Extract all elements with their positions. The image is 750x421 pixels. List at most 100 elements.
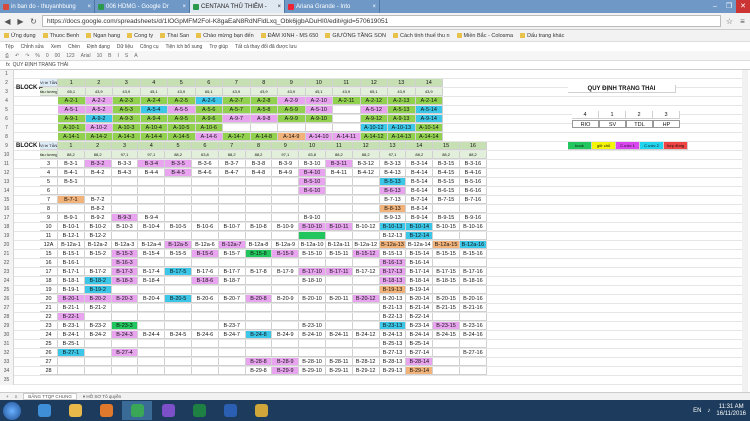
unit-cell[interactable]: B-9-16 <box>460 214 487 222</box>
unit-cell[interactable] <box>111 358 139 366</box>
close-icon[interactable]: ✕ <box>736 0 750 13</box>
unit-cell[interactable] <box>138 178 166 186</box>
unit-cell[interactable] <box>138 367 166 375</box>
unit-cell[interactable] <box>326 277 353 285</box>
unit-cell[interactable] <box>433 367 460 375</box>
unit-cell[interactable] <box>138 232 166 240</box>
maximize-icon[interactable]: ❐ <box>722 0 736 13</box>
unit-cell[interactable] <box>352 322 380 330</box>
unit-cell[interactable]: A-10-13 <box>388 124 416 132</box>
unit-cell[interactable]: B-17-4 <box>138 268 166 276</box>
column-header[interactable]: 7 <box>218 142 246 150</box>
unit-cell[interactable]: A-5-13 <box>388 106 416 114</box>
unit-cell[interactable]: B-10-2 <box>84 223 112 231</box>
unit-cell[interactable] <box>111 367 139 375</box>
unit-cell[interactable]: B-12a-14 <box>406 241 434 249</box>
unit-cell[interactable]: B-12a-10 <box>299 241 326 249</box>
block-header-area[interactable]: tầu tương <box>40 88 58 96</box>
floor-label[interactable]: 16 <box>40 259 58 267</box>
row-number[interactable]: 32 <box>0 349 14 358</box>
unit-cell[interactable]: B-10-1 <box>58 223 85 231</box>
area-header[interactable]: 43,9 <box>278 88 306 96</box>
unit-cell[interactable] <box>272 259 300 267</box>
unit-cell[interactable] <box>272 313 300 321</box>
column-header[interactable]: 14 <box>415 79 443 87</box>
unit-cell[interactable]: A-5-6 <box>195 106 223 114</box>
unit-cell[interactable]: B-15-4 <box>138 250 166 258</box>
unit-cell[interactable]: B-27-1 <box>58 349 85 357</box>
unit-cell[interactable]: B-25-14 <box>406 340 434 348</box>
status-code[interactable]: TDL <box>626 120 653 128</box>
unit-cell[interactable] <box>192 196 219 204</box>
status-legend-chip[interactable]: giữ chỗ <box>592 142 616 150</box>
unit-cell[interactable]: B-17-5 <box>165 268 192 276</box>
block-header-area[interactable]: tầu tương <box>40 151 58 159</box>
floor-label[interactable]: 12A <box>40 241 58 249</box>
unit-cell[interactable]: A-10-5 <box>168 124 196 132</box>
row-number[interactable]: 12 <box>0 169 14 178</box>
taskbar-app[interactable] <box>246 401 276 420</box>
unit-cell[interactable] <box>138 187 166 195</box>
unit-cell[interactable] <box>352 232 380 240</box>
unit-cell[interactable]: B-18-10 <box>299 277 326 285</box>
unit-cell[interactable] <box>192 367 219 375</box>
unit-cell[interactable] <box>299 286 326 294</box>
unit-cell[interactable]: B-4-5 <box>165 169 192 177</box>
unit-cell[interactable]: B-23-15 <box>433 322 460 330</box>
unit-cell[interactable] <box>433 340 460 348</box>
unit-cell[interactable] <box>245 214 273 222</box>
row-number[interactable]: 16 <box>0 205 14 214</box>
unit-cell[interactable]: B-10-8 <box>245 223 273 231</box>
unit-cell[interactable]: A-2-2 <box>85 97 113 105</box>
column-header[interactable]: 10 <box>299 142 326 150</box>
unit-cell[interactable]: A-14-8 <box>250 133 278 141</box>
taskbar-app[interactable] <box>60 401 90 420</box>
unit-cell[interactable]: B-24-7 <box>218 331 246 339</box>
bookmark-item[interactable]: GIƯỜNG TẦNG SON <box>325 33 386 39</box>
row-number[interactable]: 21 <box>0 250 14 259</box>
unit-cell[interactable]: B-20-6 <box>192 295 219 303</box>
unit-cell[interactable] <box>84 187 112 195</box>
unit-cell[interactable]: A-14-10 <box>305 133 333 141</box>
unit-cell[interactable] <box>245 322 273 330</box>
unit-cell[interactable] <box>460 232 487 240</box>
unit-cell[interactable]: B-24-10 <box>299 331 326 339</box>
unit-cell[interactable] <box>138 313 166 321</box>
unit-cell[interactable]: B-9-3 <box>111 214 139 222</box>
unit-cell[interactable]: B-20-8 <box>245 295 273 303</box>
taskbar-app[interactable] <box>91 401 121 420</box>
unit-cell[interactable] <box>58 205 85 213</box>
unit-cell[interactable] <box>326 214 353 222</box>
unit-cell[interactable]: B-28-14 <box>406 358 434 366</box>
unit-cell[interactable]: A-2-11 <box>333 97 361 105</box>
unit-cell[interactable]: A-14-4 <box>140 133 168 141</box>
bookmark-item[interactable]: Miền Bắc - Colosma <box>456 33 513 39</box>
unit-cell[interactable]: B-16-1 <box>58 259 85 267</box>
row-number[interactable]: 11 <box>0 160 14 169</box>
unit-cell[interactable]: B-17-10 <box>299 268 326 276</box>
unit-cell[interactable]: A-9-1 <box>58 115 86 123</box>
menu-item[interactable]: Xem <box>51 44 61 50</box>
unit-cell[interactable]: B-3-9 <box>272 160 300 168</box>
unit-cell[interactable] <box>165 205 192 213</box>
unit-cell[interactable]: B-17-8 <box>245 268 273 276</box>
unit-cell[interactable] <box>165 286 192 294</box>
unit-cell[interactable]: A-9-2 <box>85 115 113 123</box>
unit-cell[interactable] <box>84 349 112 357</box>
unit-cell[interactable] <box>433 349 460 357</box>
unit-cell[interactable] <box>272 277 300 285</box>
unit-cell[interactable]: B-15-2 <box>84 250 112 258</box>
unit-cell[interactable]: B-18-1 <box>58 277 85 285</box>
unit-cell[interactable]: B-20-4 <box>138 295 166 303</box>
unit-cell[interactable]: B-17-7 <box>218 268 246 276</box>
unit-cell[interactable]: B-5-1 <box>58 178 85 186</box>
url-input[interactable]: https://docs.google.com/spreadsheets/d/1… <box>42 15 721 27</box>
unit-cell[interactable]: B-6-14 <box>406 187 434 195</box>
taskbar-app[interactable] <box>153 401 183 420</box>
unit-cell[interactable] <box>460 367 487 375</box>
unit-cell[interactable]: B-21-1 <box>58 304 85 312</box>
unit-cell[interactable]: A-2-10 <box>305 97 333 105</box>
unit-cell[interactable]: A-5-1 <box>58 106 86 114</box>
unit-cell[interactable]: B-18-2 <box>84 277 112 285</box>
unit-cell[interactable]: B-25-13 <box>379 340 407 348</box>
